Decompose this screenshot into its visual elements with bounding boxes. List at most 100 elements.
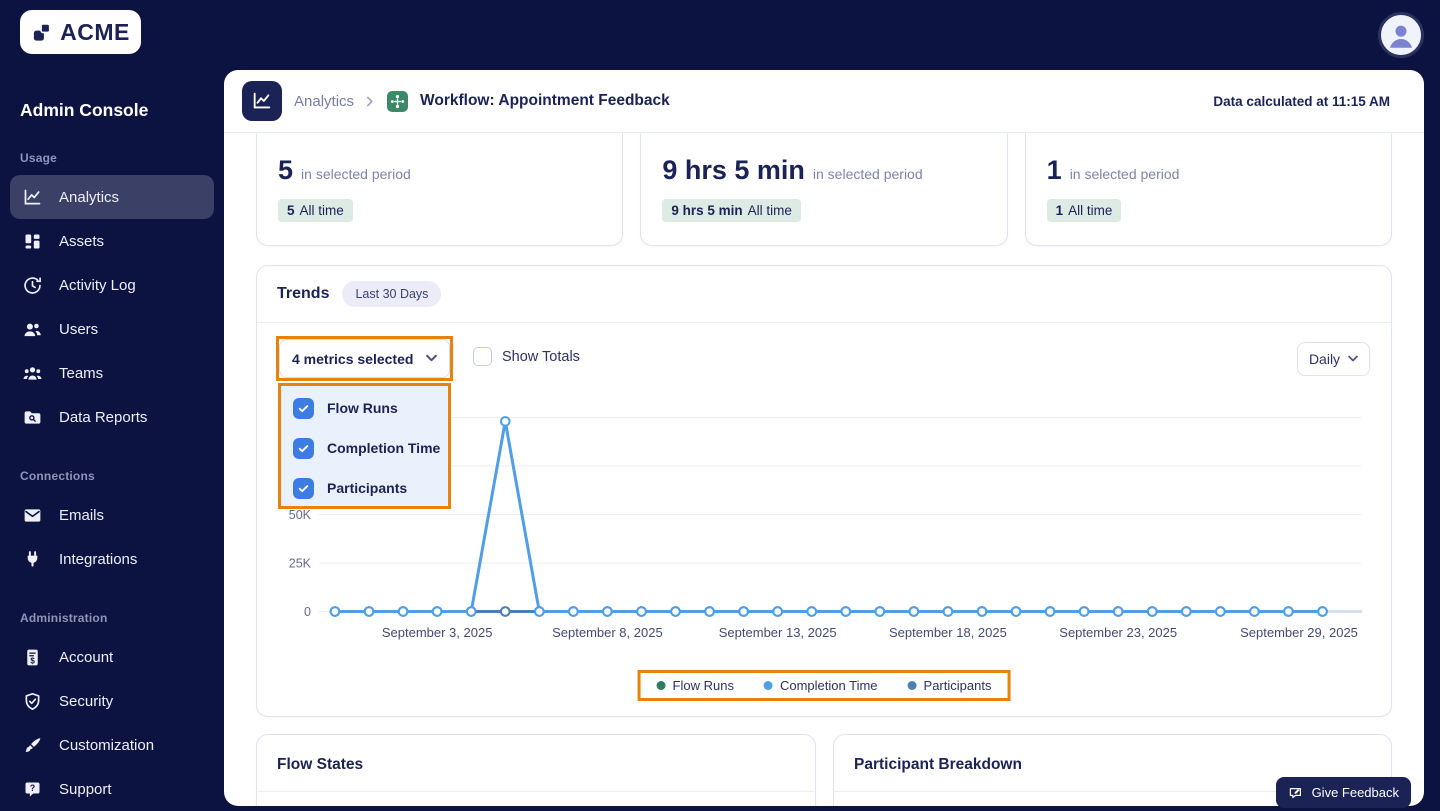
legend-item-participants[interactable]: Participants <box>907 678 991 693</box>
sidebar-item-integrations[interactable]: Integrations <box>10 537 214 581</box>
give-feedback-button[interactable]: Give Feedback <box>1275 777 1411 808</box>
breadcrumb-analytics-link[interactable]: Analytics <box>294 93 354 110</box>
svg-text:50K: 50K <box>289 508 312 522</box>
stat-period-label: in selected period <box>1069 166 1180 182</box>
chat-question-icon: ? <box>22 779 43 800</box>
sidebar-item-label: Analytics <box>59 188 120 206</box>
all-time-label: All time <box>1068 203 1113 218</box>
sidebar-item-label: Data Reports <box>59 408 148 426</box>
metric-option-completion-time[interactable]: Completion Time <box>281 428 448 468</box>
chevron-down-icon <box>1348 355 1358 363</box>
user-avatar-icon <box>1384 18 1418 52</box>
show-totals-checkbox[interactable]: Show Totals <box>473 347 580 366</box>
stat-value: 1 <box>1046 155 1062 185</box>
svg-text:September 3, 2025: September 3, 2025 <box>382 625 493 640</box>
billing-receipt-icon: $ <box>22 647 43 668</box>
legend-label: Flow Runs <box>672 678 734 693</box>
flow-runs-dot-icon <box>656 681 666 690</box>
svg-text:September 29, 2025: September 29, 2025 <box>1240 625 1358 640</box>
trends-card: Trends Last 30 Days 4 metrics selected S… <box>256 265 1392 717</box>
svg-text:September 18, 2025: September 18, 2025 <box>889 625 1007 640</box>
sidebar-item-label: Activity Log <box>59 276 136 294</box>
assets-blocks-icon <box>22 231 43 252</box>
last-30-days-badge: Last 30 Days <box>342 281 442 307</box>
chart-line-icon <box>251 90 273 112</box>
trends-title: Trends <box>277 285 330 302</box>
metrics-dropdown-panel: Flow Runs Completion Time Participants <box>278 383 451 509</box>
svg-text:September 23, 2025: September 23, 2025 <box>1059 625 1177 640</box>
sidebar-item-label: Users <box>59 320 99 338</box>
sidebar: ACME Admin Console Usage Analytics Asset… <box>0 0 224 811</box>
stat-value: 5 <box>278 155 294 185</box>
sidebar-item-activity-log[interactable]: Activity Log <box>10 263 214 307</box>
all-time-badge: 9 hrs 5 min All time <box>662 199 801 222</box>
analytics-icon-button[interactable] <box>242 81 282 121</box>
svg-text:September 8, 2025: September 8, 2025 <box>552 625 663 640</box>
data-calculated-timestamp: Data calculated at 11:15 AM <box>1213 93 1390 109</box>
metric-option-label: Participants <box>327 480 408 496</box>
show-totals-label: Show Totals <box>502 348 580 365</box>
envelope-icon <box>22 505 43 526</box>
bottom-cards-row: Flow States Participant Breakdown <box>256 734 1392 806</box>
feedback-label: Give Feedback <box>1311 785 1399 800</box>
stat-card-completion-time: 9 hrs 5 min in selected period 9 hrs 5 m… <box>640 133 1008 246</box>
checkbox-checked[interactable] <box>293 477 314 499</box>
metric-option-participants[interactable]: Participants <box>281 468 448 508</box>
sidebar-item-label: Account <box>59 648 114 666</box>
stat-card-flow-runs: 5 in selected period 5 All time <box>256 133 624 246</box>
checkbox-checked[interactable] <box>293 397 314 419</box>
sidebar-item-security[interactable]: Security <box>10 679 214 723</box>
legend-item-completion-time[interactable]: Completion Time <box>763 678 878 693</box>
legend-annotation-box: Flow Runs Completion Time Participants <box>637 670 1011 701</box>
acme-logo-mark-icon <box>31 21 54 44</box>
console-title: Admin Console <box>20 100 149 120</box>
workflow-icon <box>387 90 409 112</box>
sidebar-item-label: Integrations <box>59 550 138 568</box>
sidebar-item-customization[interactable]: Customization <box>10 723 214 767</box>
all-time-value: 5 <box>287 203 295 218</box>
sidebar-item-users[interactable]: Users <box>10 307 214 351</box>
flow-states-title: Flow States <box>257 735 815 792</box>
section-label-connections: Connections <box>20 469 95 483</box>
section-label-administration: Administration <box>20 611 108 625</box>
shield-check-icon <box>22 691 43 712</box>
sidebar-item-label: Emails <box>59 506 105 524</box>
sidebar-item-support[interactable]: ? Support <box>10 767 214 811</box>
stats-row: 5 in selected period 5 All time 9 hrs 5 m… <box>256 133 1392 246</box>
svg-text:0: 0 <box>304 605 311 619</box>
sidebar-item-data-reports[interactable]: Data Reports <box>10 395 214 439</box>
svg-text:?: ? <box>30 783 35 793</box>
metrics-dropdown-button[interactable]: 4 metrics selected <box>279 339 450 378</box>
sidebar-item-analytics[interactable]: Analytics <box>10 175 214 219</box>
participants-dot-icon <box>907 681 917 690</box>
sidebar-item-assets[interactable]: Assets <box>10 219 214 263</box>
svg-text:$: $ <box>30 656 35 665</box>
sidebar-item-label: Teams <box>59 364 104 382</box>
checkbox-checked[interactable] <box>293 437 314 459</box>
folder-search-icon <box>22 407 43 428</box>
acme-logo-text: ACME <box>60 18 130 45</box>
checkbox-unchecked[interactable] <box>473 347 492 366</box>
history-clock-icon <box>22 275 43 296</box>
sidebar-item-label: Security <box>59 692 114 710</box>
sidebar-item-label: Assets <box>59 232 105 250</box>
svg-text:25K: 25K <box>289 557 312 571</box>
stat-value: 9 hrs 5 min <box>662 155 805 185</box>
granularity-select[interactable]: Daily <box>1297 342 1370 376</box>
sidebar-item-teams[interactable]: Teams <box>10 351 214 395</box>
all-time-badge: 5 All time <box>278 199 353 222</box>
all-time-label: All time <box>747 203 792 218</box>
paint-brush-icon <box>22 735 43 756</box>
granularity-value: Daily <box>1308 351 1341 367</box>
all-time-label: All time <box>299 203 344 218</box>
legend-item-flow-runs[interactable]: Flow Runs <box>656 678 734 693</box>
completion-time-dot-icon <box>763 681 773 690</box>
all-time-value: 9 hrs 5 min <box>671 203 743 218</box>
feedback-pencil-icon <box>1288 785 1304 801</box>
metric-option-flow-runs[interactable]: Flow Runs <box>281 388 448 428</box>
acme-logo[interactable]: ACME <box>20 10 141 54</box>
user-avatar[interactable] <box>1378 12 1424 58</box>
sidebar-item-emails[interactable]: Emails <box>10 493 214 537</box>
stat-period-label: in selected period <box>812 166 923 182</box>
sidebar-item-account[interactable]: $ Account <box>10 635 214 679</box>
